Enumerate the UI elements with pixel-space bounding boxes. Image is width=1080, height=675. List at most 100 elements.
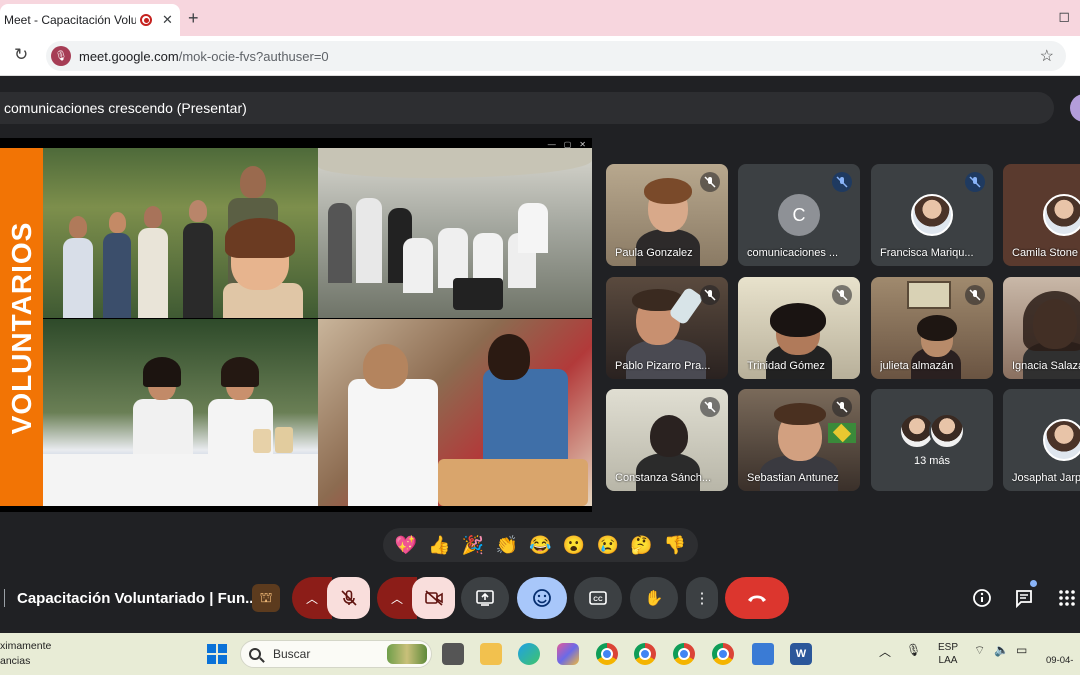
restore-window-icon[interactable]: ◻ — [1058, 8, 1070, 25]
microphone-control: ︿ — [292, 577, 370, 619]
chat-button[interactable] — [1012, 586, 1036, 610]
weather-line-1: ximamente — [0, 640, 52, 652]
participant-initial-avatar: C — [778, 194, 820, 236]
new-tab-button[interactable]: + — [188, 8, 199, 29]
divider — [4, 589, 5, 607]
camera-control: ︿ — [377, 577, 455, 619]
windows-start-icon[interactable] — [207, 644, 227, 664]
microphone-tray-icon[interactable]: 🎙 — [906, 643, 921, 657]
chrome-active-icon[interactable] — [712, 643, 734, 665]
show-hidden-icons-chevron[interactable]: ︿ — [879, 643, 891, 660]
browser-toolbar: ↻ 🎙 meet.google.com /mok-ocie-fvs?authus… — [0, 36, 1080, 76]
present-icon — [476, 590, 494, 606]
present-now-button[interactable] — [461, 577, 509, 619]
meet-area: comunicaciones crescendo (Presentar) VOL… — [0, 76, 1080, 633]
chat-icon — [1016, 590, 1032, 608]
task-view-icon[interactable] — [442, 643, 464, 665]
copilot-icon[interactable] — [557, 643, 579, 665]
reaction-laugh-button[interactable]: 😂 — [526, 535, 554, 556]
video-options-chevron-icon[interactable]: ︿ — [377, 577, 417, 619]
language-indicator[interactable]: ESP LAA — [938, 641, 958, 667]
participant-tile[interactable]: Pablo Pizarro Pra... — [606, 277, 728, 379]
slide-photo-table-volunteers — [43, 319, 318, 506]
account-avatar[interactable] — [1070, 94, 1080, 122]
more-options-button[interactable]: ⋮ — [686, 577, 718, 619]
participant-tile[interactable]: Camila Stone — [1003, 164, 1080, 266]
participant-name: Josaphat Jarp — [1012, 472, 1080, 484]
taskbar-search[interactable]: Buscar — [240, 640, 432, 668]
mic-off-icon — [832, 285, 852, 305]
svg-text:CC: CC — [593, 596, 603, 603]
activities-button[interactable] — [1055, 586, 1079, 610]
participant-name: comunicaciones ... — [747, 247, 839, 259]
bookmark-star-icon[interactable]: ☆ — [1040, 46, 1054, 66]
host-controls-icon[interactable]: ⛫ — [252, 584, 280, 612]
word-icon[interactable]: W — [790, 643, 812, 665]
participant-tile[interactable]: Trinidad Gómez — [738, 277, 860, 379]
hang-up-icon — [748, 595, 766, 602]
mic-off-icon — [700, 397, 720, 417]
audio-options-chevron-icon[interactable]: ︿ — [292, 577, 332, 619]
tab-title: Meet - Capacitación Voluntariado — [4, 13, 136, 27]
smile-icon — [533, 589, 551, 607]
participant-tile[interactable]: Paula Gonzalez — [606, 164, 728, 266]
reaction-heart-button[interactable]: 💖 — [392, 535, 420, 556]
chrome-icon[interactable] — [596, 643, 618, 665]
captions-button[interactable]: CC — [574, 577, 622, 619]
windows-taskbar: ximamente ancias Buscar W ︿ 🎙 ESP LAA ⌔ … — [0, 633, 1080, 675]
more-participants-label: 13 más — [913, 455, 951, 467]
slide-photo-group-outdoor — [318, 148, 592, 318]
reactions-button[interactable] — [517, 577, 567, 619]
participant-tile[interactable]: Constanza Sánch... — [606, 389, 728, 491]
participant-tile[interactable]: Francisca Mariqu... — [871, 164, 993, 266]
notepad-icon[interactable] — [752, 643, 774, 665]
participant-name: Trinidad Gómez — [747, 360, 825, 372]
mic-off-icon — [965, 285, 985, 305]
search-highlight-image — [387, 644, 427, 664]
slide-photo-group-diplomas — [43, 148, 318, 318]
reactions-bar: 💖 👍 🎉 👏 😂 😮 😢 🤔 👎 — [383, 528, 698, 562]
reaction-thumbs-down-button[interactable]: 👎 — [661, 535, 689, 556]
weather-widget[interactable]: ximamente ancias — [0, 639, 51, 669]
chrome-profile-icon[interactable] — [673, 643, 695, 665]
camera-off-button[interactable] — [412, 577, 455, 619]
participant-tile[interactable]: Ignacia Salaza — [1003, 277, 1080, 379]
reaction-surprised-button[interactable]: 😮 — [560, 535, 588, 556]
participant-tile[interactable]: Josaphat Jarp — [1003, 389, 1080, 491]
slide-photo-crafts-table — [318, 319, 592, 506]
browser-tab-meet[interactable]: Meet - Capacitación Voluntariado ✕ — [0, 4, 180, 36]
reaction-thinking-button[interactable]: 🤔 — [627, 535, 655, 556]
participant-avatar — [929, 413, 965, 449]
close-tab-icon[interactable]: ✕ — [162, 12, 173, 28]
reload-icon[interactable]: ↻ — [14, 45, 28, 65]
participant-tile[interactable]: julieta almazán — [871, 277, 993, 379]
participant-name: Constanza Sánch... — [615, 472, 712, 484]
leave-call-button[interactable] — [725, 577, 789, 619]
participant-avatar — [1043, 194, 1080, 236]
meeting-details-button[interactable] — [970, 586, 994, 610]
reaction-clap-button[interactable]: 👏 — [493, 535, 521, 556]
taskbar-date[interactable]: 09-04- — [1046, 655, 1073, 666]
address-bar[interactable]: 🎙 meet.google.com /mok-ocie-fvs?authuser… — [46, 41, 1066, 71]
reaction-party-button[interactable]: 🎉 — [459, 535, 487, 556]
chrome-profile-icon[interactable] — [634, 643, 656, 665]
reaction-thumbs-up-button[interactable]: 👍 — [425, 535, 453, 556]
volume-icon[interactable]: 🔈 — [994, 643, 1009, 657]
edge-icon[interactable] — [518, 643, 540, 665]
wifi-icon[interactable]: ⌔ — [974, 643, 985, 658]
mic-off-icon — [700, 172, 720, 192]
more-participants-tile[interactable]: 13 más — [871, 389, 993, 491]
search-icon — [249, 648, 261, 660]
meeting-title: Capacitación Voluntariado | Fun... — [17, 589, 258, 607]
participant-avatar — [1043, 419, 1080, 461]
site-info-icon[interactable]: 🎙 — [51, 46, 71, 66]
raise-hand-button[interactable]: ✋ — [630, 577, 678, 619]
participant-name: Paula Gonzalez — [615, 247, 693, 259]
reaction-sad-button[interactable]: 😢 — [594, 535, 622, 556]
participant-name: Sebastian Antunez — [747, 472, 839, 484]
participant-tile[interactable]: C comunicaciones ... — [738, 164, 860, 266]
battery-icon[interactable]: ▭ — [1016, 643, 1027, 657]
mic-off-button[interactable] — [327, 577, 370, 619]
file-explorer-icon[interactable] — [480, 643, 502, 665]
participant-tile[interactable]: Sebastian Antunez — [738, 389, 860, 491]
